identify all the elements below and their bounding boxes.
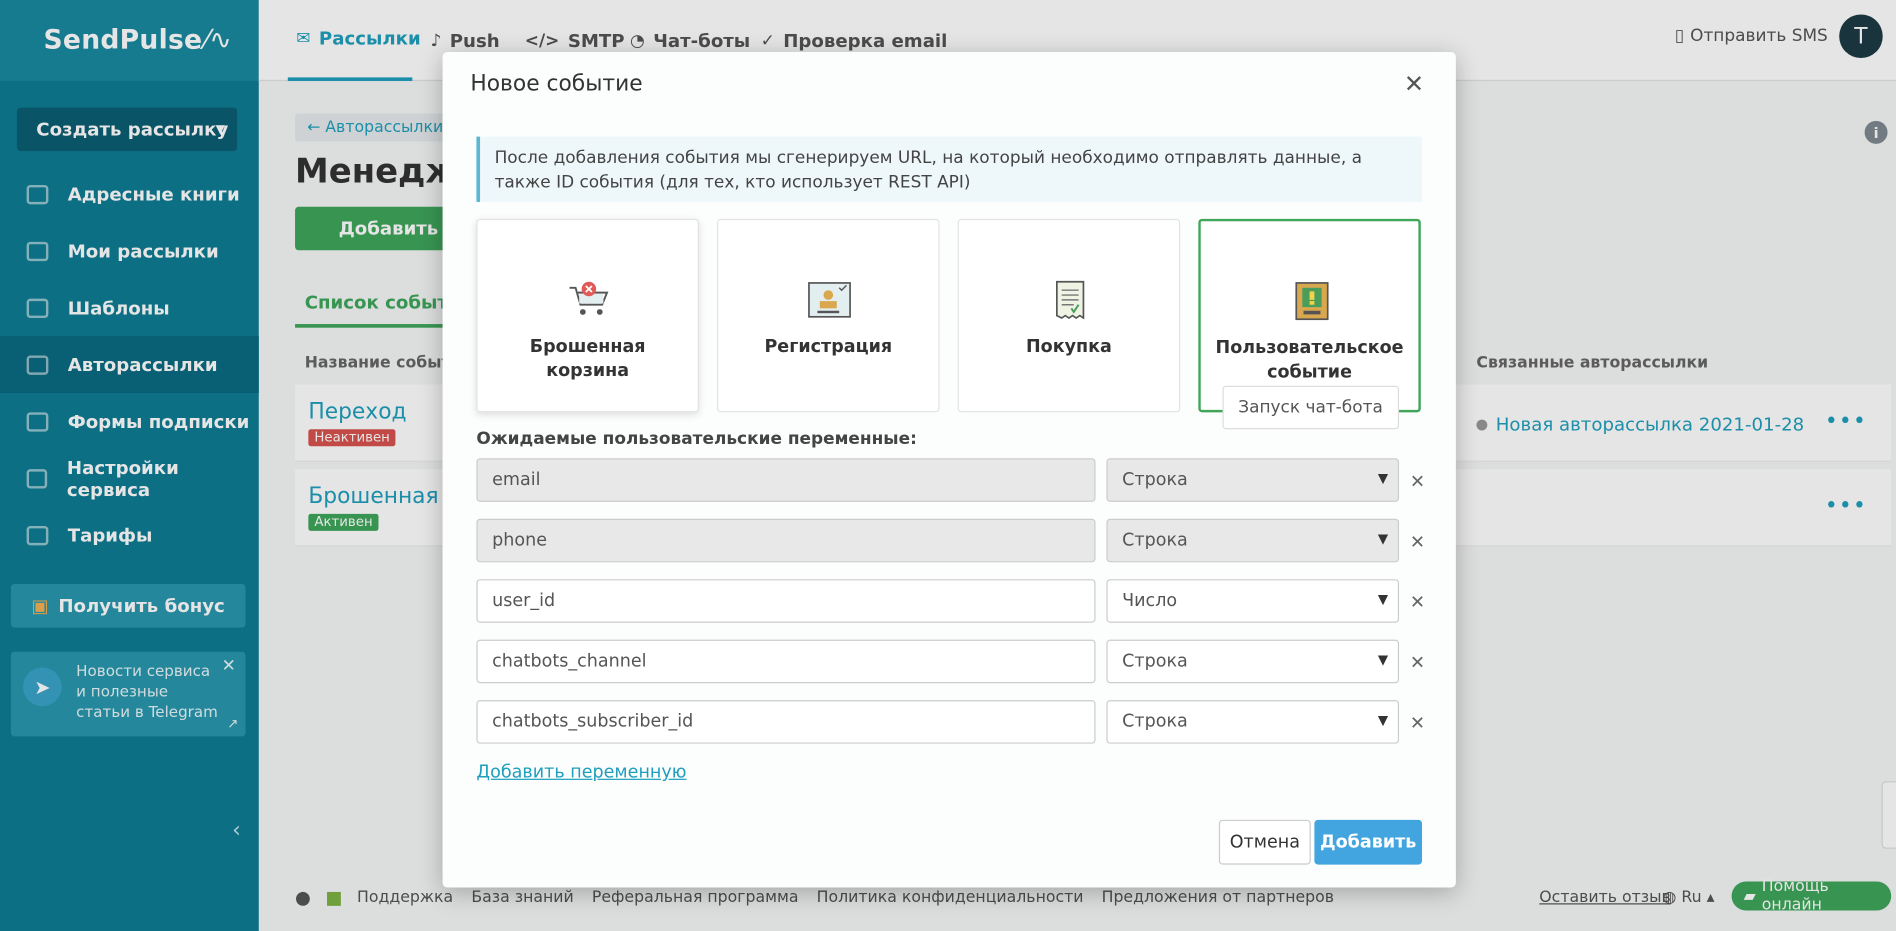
variable-row: chatbots_subscriber_id Строка ▼ ✕ xyxy=(476,700,1431,744)
variable-type-value: Строка xyxy=(1122,470,1188,490)
close-icon[interactable]: ✕ xyxy=(1404,69,1424,98)
event-type-abandoned-cart[interactable]: Брошенная корзина xyxy=(476,218,699,413)
remove-variable-icon[interactable]: ✕ xyxy=(1410,652,1425,674)
remove-variable-icon[interactable]: ✕ xyxy=(1410,470,1425,492)
variable-type-select[interactable]: Число ▼ xyxy=(1106,579,1400,623)
variable-type-value: Строка xyxy=(1122,712,1188,732)
cart-icon xyxy=(569,281,609,315)
variable-row: chatbots_channel Строка ▼ ✕ xyxy=(476,639,1431,684)
chevron-down-icon: ▼ xyxy=(1377,470,1389,487)
variable-type-select[interactable]: Строка ▼ xyxy=(1106,700,1400,744)
remove-variable-icon[interactable]: ✕ xyxy=(1410,531,1425,553)
event-type-label: Брошенная корзина xyxy=(529,337,646,381)
variable-type-select[interactable]: Строка ▼ xyxy=(1106,458,1400,502)
cancel-button[interactable]: Отмена xyxy=(1218,819,1311,865)
variable-name-field: phone xyxy=(476,518,1096,563)
chevron-down-icon: ▼ xyxy=(1377,591,1389,608)
variable-name-field[interactable]: user_id xyxy=(476,579,1096,623)
remove-variable-icon[interactable]: ✕ xyxy=(1410,591,1425,613)
remove-variable-icon[interactable]: ✕ xyxy=(1410,712,1425,734)
event-type-label: Регистрация xyxy=(764,337,893,357)
event-type-label: Покупка xyxy=(1025,337,1112,357)
variable-row: user_id Число ▼ ✕ xyxy=(476,579,1431,623)
variable-type-select[interactable]: Строка ▼ xyxy=(1106,639,1400,684)
variable-type-select[interactable]: Строка ▼ xyxy=(1106,518,1400,563)
chevron-down-icon: ▼ xyxy=(1377,530,1389,547)
variable-name-field[interactable]: chatbots_channel xyxy=(476,639,1096,684)
custom-event-icon xyxy=(1295,282,1329,321)
event-type-registration[interactable]: Регистрация xyxy=(717,218,940,413)
registration-icon xyxy=(808,282,851,318)
event-type-purchase[interactable]: Покупка xyxy=(957,218,1181,413)
variable-type-value: Число xyxy=(1122,591,1178,611)
modal-title: Новое событие xyxy=(470,71,643,97)
variable-name-field[interactable]: chatbots_subscriber_id xyxy=(476,700,1096,744)
add-variable-link[interactable]: Добавить переменную xyxy=(476,763,686,782)
chatbot-launch-tooltip: Запуск чат-бота xyxy=(1222,385,1400,430)
variable-type-value: Строка xyxy=(1122,651,1188,672)
event-type-label: Пользовательское событие xyxy=(1215,338,1404,383)
variable-type-value: Строка xyxy=(1122,530,1188,551)
variable-row: email Строка ▼ ✕ xyxy=(476,458,1431,502)
expected-variables-label: Ожидаемые пользовательские переменные: xyxy=(476,429,917,449)
chevron-down-icon: ▼ xyxy=(1377,651,1389,668)
variable-row: phone Строка ▼ ✕ xyxy=(476,518,1431,563)
receipt-icon xyxy=(1055,280,1085,320)
variable-name-field: email xyxy=(476,458,1096,502)
chevron-down-icon: ▼ xyxy=(1377,712,1389,728)
modal-info-note: После добавления события мы сгенерируем … xyxy=(476,136,1423,202)
add-button[interactable]: Добавить xyxy=(1314,819,1423,865)
event-type-custom[interactable]: Пользовательское событие xyxy=(1198,218,1421,413)
